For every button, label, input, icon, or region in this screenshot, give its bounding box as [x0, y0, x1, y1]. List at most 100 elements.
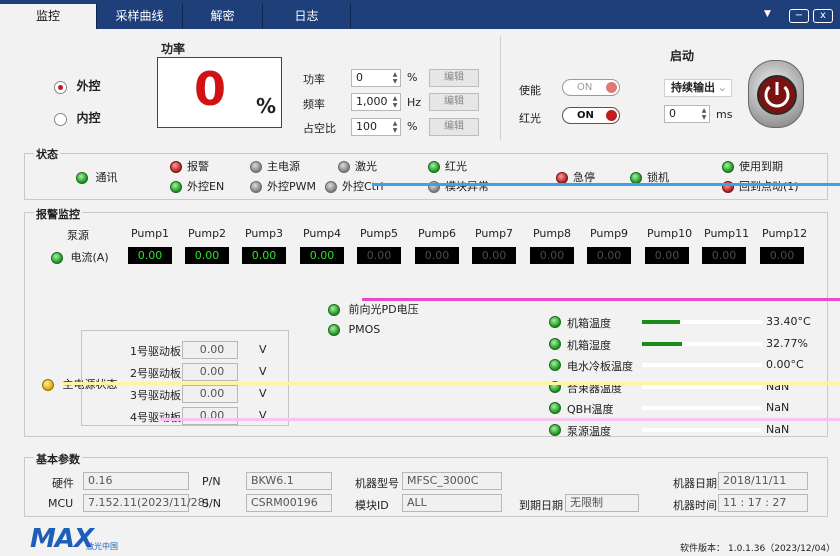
pump-header: Pump3 — [244, 227, 284, 240]
led-icon — [76, 172, 88, 184]
minimize-button[interactable]: − — [789, 9, 809, 23]
status-expiry: 使用到期 — [722, 158, 783, 174]
param-power-value: 0 — [356, 71, 363, 84]
start-mode-value: 持续输出 — [671, 81, 715, 94]
machine-date-label: 机器日期 — [673, 477, 717, 490]
driver-board-unit: V — [259, 387, 267, 400]
status-module-error-label: 模块异常 — [445, 180, 489, 193]
start-delay-input[interactable]: 0 ▲ ▼ — [664, 105, 710, 123]
driver-board-unit: V — [259, 343, 267, 356]
param-freq-unit: Hz — [407, 96, 422, 109]
pump-header: Pump5 — [359, 227, 399, 240]
status-alarm-label: 报警 — [187, 160, 209, 173]
status-ext-en: 外控EN — [170, 178, 224, 194]
led-icon — [549, 337, 561, 350]
divider — [500, 36, 501, 140]
pump-header: Pump10 — [647, 227, 693, 240]
pump-header: Pump9 — [589, 227, 629, 240]
machine-time-field: 11 : 17 : 27 — [718, 494, 808, 512]
temperature-value: 0.00°C — [766, 358, 804, 371]
tab-monitor[interactable]: 监控 — [0, 4, 97, 29]
temperature-bar-fill — [642, 341, 682, 346]
driver-board-voltage: 0.00 — [182, 385, 238, 403]
pmos: PMOS — [328, 323, 380, 336]
tab-bar: 监控 采样曲线 解密 日志 ▼ − x — [0, 0, 840, 29]
status-module-error: 模块异常 — [428, 178, 489, 194]
status-comm: 通讯 — [76, 169, 118, 185]
led-icon — [549, 359, 561, 371]
render-artifact — [362, 298, 840, 301]
pump-current-value: 0.00 — [587, 247, 631, 264]
current-row-label: 电流(A) — [51, 249, 109, 265]
spin-arrows-icon[interactable]: ▲ ▼ — [391, 71, 399, 85]
close-button[interactable]: x — [813, 9, 833, 23]
param-power-edit-button[interactable]: 编辑 — [429, 69, 479, 87]
led-icon — [250, 161, 262, 173]
pump-current-value: 0.00 — [242, 247, 286, 264]
led-icon — [42, 379, 54, 391]
param-freq-input[interactable]: 1,000 ▲ ▼ — [351, 93, 401, 111]
temperature-label: 机箱温度 — [567, 317, 611, 330]
temperature-value: 33.40°C — [766, 315, 811, 328]
hardware-label: 硬件 — [52, 477, 74, 490]
power-display: 0 % — [157, 57, 282, 128]
pump-current-value: 0.00 — [300, 247, 344, 264]
param-duty-input[interactable]: 100 ▲ ▼ — [351, 118, 401, 136]
pump-header: Pump7 — [474, 227, 514, 240]
status-ext-pwm: 外控PWM — [250, 178, 316, 194]
param-power-input[interactable]: 0 ▲ ▼ — [351, 69, 401, 87]
expire-field: 无限制 — [565, 494, 639, 512]
status-redlight: 红光 — [428, 158, 467, 174]
status-alarm: 报警 — [170, 158, 209, 174]
driver-board-label: 3号驱动板 — [130, 389, 181, 402]
param-freq-edit-button[interactable]: 编辑 — [429, 93, 479, 111]
led-icon — [549, 402, 561, 414]
toggle-knob-icon — [606, 110, 617, 121]
dropdown-icon[interactable]: ▼ — [764, 9, 771, 19]
driver-board-label: 1号驱动板 — [130, 345, 181, 358]
led-icon — [170, 181, 182, 193]
param-duty-value: 100 — [356, 120, 377, 133]
param-power-label: 功率 — [303, 73, 325, 86]
status-ext-en-label: 外控EN — [187, 180, 225, 193]
temperature-value: NaN — [766, 401, 790, 414]
redlight-state: ON — [577, 110, 594, 121]
tab-sampling-curve[interactable]: 采样曲线 — [97, 4, 183, 29]
mode-external-radio[interactable]: 外控 — [54, 77, 101, 94]
power-start-button[interactable] — [748, 60, 804, 128]
pump-current-value: 0.00 — [530, 247, 574, 264]
mcu-field: 7.152.11(2023/11/28) — [83, 494, 209, 512]
pump-source-label: 泵源 — [67, 229, 89, 242]
driver-board-label: 2号驱动板 — [130, 367, 181, 380]
spin-arrows-icon[interactable]: ▲ ▼ — [391, 120, 399, 134]
param-duty-edit-button[interactable]: 编辑 — [429, 118, 479, 136]
sn-label: S/N — [202, 497, 221, 510]
tab-decrypt[interactable]: 解密 — [183, 4, 263, 29]
redlight-toggle[interactable]: ON — [562, 107, 620, 124]
spin-arrows-icon[interactable]: ▲ ▼ — [391, 95, 399, 109]
status-redlight-label: 红光 — [445, 160, 467, 173]
pn-label: P/N — [202, 475, 221, 488]
version-label: 软件版本： — [680, 544, 726, 554]
model-field: MFSC_3000C — [402, 472, 502, 490]
status-group — [24, 153, 828, 200]
mode-external-label: 外控 — [76, 79, 101, 93]
param-power-unit: % — [407, 71, 418, 84]
param-freq-value: 1,000 — [356, 95, 388, 108]
temperature-bar — [642, 363, 762, 367]
mode-internal-radio[interactable]: 内控 — [54, 109, 101, 126]
tab-log[interactable]: 日志 — [263, 4, 351, 29]
sn-field: CSRM00196 — [246, 494, 332, 512]
basic-title: 基本参数 — [34, 451, 82, 467]
pump-header: Pump1 — [130, 227, 170, 240]
module-label: 模块ID — [355, 499, 389, 512]
start-mode-select[interactable]: 持续输出 ⌄ — [664, 79, 732, 97]
led-icon — [250, 181, 262, 193]
pump-header: Pump6 — [417, 227, 457, 240]
enable-toggle[interactable]: ON — [562, 79, 620, 96]
status-main-power-label: 主电源 — [267, 160, 300, 173]
spin-arrows-icon[interactable]: ▲ ▼ — [700, 107, 708, 121]
enable-label: 使能 — [519, 84, 541, 97]
mcu-label: MCU — [48, 497, 74, 510]
alarm-title: 报警监控 — [34, 206, 82, 222]
